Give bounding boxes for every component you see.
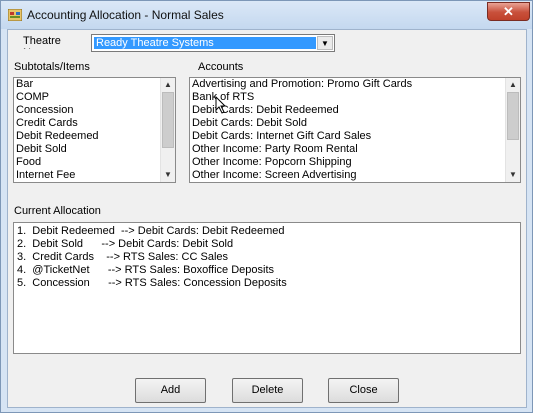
list-item[interactable]: Other Income: Party Room Rental (190, 143, 520, 156)
current-allocation-textarea[interactable]: 1. Debit Redeemed --> Debit Cards: Debit… (13, 222, 521, 354)
scroll-up-icon[interactable]: ▲ (161, 78, 175, 92)
allocation-line: 3. Credit Cards --> RTS Sales: CC Sales (17, 251, 229, 263)
list-item[interactable]: Other Income: Screen Advertising (190, 169, 520, 182)
list-item[interactable]: Bank of RTS (190, 91, 520, 104)
subtotals-listbox[interactable]: Bar COMP Concession Credit Cards Debit R… (13, 77, 176, 183)
window-close-button[interactable]: ✕ (487, 2, 530, 21)
dropdown-arrow-icon[interactable]: ▼ (317, 36, 333, 50)
theatre-select[interactable]: Ready Theatre Systems ▼ (91, 34, 335, 52)
list-item[interactable]: Debit Redeemed (14, 130, 175, 143)
list-item[interactable]: Debit Cards: Debit Redeemed (190, 104, 520, 117)
window-title: Accounting Allocation - Normal Sales (27, 8, 224, 22)
scroll-up-icon[interactable]: ▲ (506, 78, 520, 92)
accounting-allocation-window: Accounting Allocation - Normal Sales ✕ T… (0, 0, 533, 413)
list-item[interactable]: Other Income: Popcorn Shipping (190, 156, 520, 169)
accounts-listbox[interactable]: Advertising and Promotion: Promo Gift Ca… (189, 77, 521, 183)
current-allocation-label: Current Allocation (14, 205, 101, 217)
list-item[interactable]: Food (14, 156, 175, 169)
close-icon: ✕ (503, 4, 514, 19)
allocation-line: 4. @TicketNet --> RTS Sales: Boxoffice D… (17, 264, 275, 276)
theatre-select-value: Ready Theatre Systems (94, 37, 316, 49)
scroll-down-icon[interactable]: ▼ (161, 168, 175, 182)
mouse-cursor-icon (215, 96, 227, 114)
close-button[interactable]: Close (328, 378, 399, 403)
subtotals-scrollbar[interactable]: ▲ ▼ (160, 78, 175, 182)
list-item[interactable]: Internet Fee (14, 169, 175, 182)
allocation-line: 1. Debit Redeemed --> Debit Cards: Debit… (17, 225, 285, 237)
add-button[interactable]: Add (135, 378, 206, 403)
accounts-label: Accounts (198, 61, 244, 73)
list-item[interactable]: COMP (14, 91, 175, 104)
client-area: Theatre Name Ready Theatre Systems ▼ Sub… (7, 29, 527, 408)
scroll-thumb[interactable] (507, 92, 519, 140)
title-bar[interactable]: Accounting Allocation - Normal Sales ✕ (1, 1, 532, 29)
list-item[interactable]: Debit Sold (14, 143, 175, 156)
theatre-name-label: Theatre Name (23, 35, 61, 49)
scroll-thumb[interactable] (162, 92, 174, 148)
list-item[interactable]: Debit Cards: Debit Sold (190, 117, 520, 130)
allocation-line: 5. Concession --> RTS Sales: Concession … (17, 277, 287, 289)
accounts-scrollbar[interactable]: ▲ ▼ (505, 78, 520, 182)
list-item[interactable]: Advertising and Promotion: Promo Gift Ca… (190, 78, 520, 91)
app-icon (8, 9, 22, 21)
subtotals-label: Subtotals/Items (14, 61, 90, 73)
delete-button[interactable]: Delete (232, 378, 303, 403)
allocation-line: 2. Debit Sold --> Debit Cards: Debit Sol… (17, 238, 234, 250)
list-item[interactable]: Credit Cards (14, 117, 175, 130)
list-item[interactable]: Concession (14, 104, 175, 117)
list-item[interactable]: Debit Cards: Internet Gift Card Sales (190, 130, 520, 143)
list-item[interactable]: Bar (14, 78, 175, 91)
scroll-down-icon[interactable]: ▼ (506, 168, 520, 182)
